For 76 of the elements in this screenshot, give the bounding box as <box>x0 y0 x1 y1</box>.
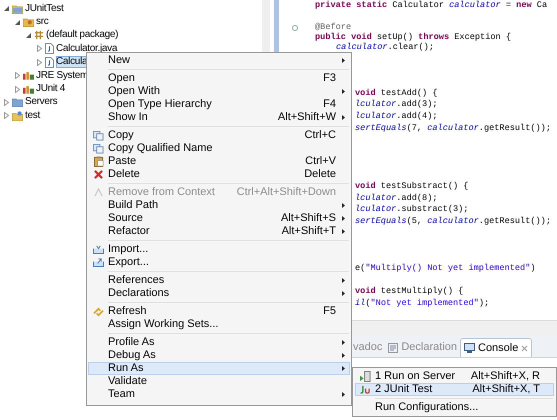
refresh-icon <box>93 306 104 316</box>
package-icon <box>34 30 44 40</box>
menu-item[interactable]: Open With <box>88 85 350 98</box>
code-line: public void setUp() throws Exception { <box>315 32 511 42</box>
java-file-icon <box>45 43 54 54</box>
code-line: sertEquals(7, calculator.getResult()); <box>355 122 551 133</box>
code-line: lculator.add(4); <box>355 110 438 121</box>
menu-item[interactable]: Show In Alt+Shift+W <box>88 111 350 124</box>
tree-item[interactable]: JUnitTest <box>25 2 64 15</box>
menu-item[interactable]: Copy Ctrl+C <box>88 129 350 142</box>
library-icon <box>23 71 34 80</box>
menu-item[interactable]: Open F3 <box>88 72 350 85</box>
delete-icon <box>94 170 103 179</box>
tree-item[interactable]: Calculator.java <box>56 42 118 55</box>
code-line: lculator.add(3); <box>355 99 438 110</box>
menu-item[interactable]: Import... <box>88 243 350 256</box>
junit-icon <box>360 385 372 394</box>
copy-icon <box>93 144 104 154</box>
tree-item[interactable]: Servers <box>25 96 58 108</box>
library-icon <box>23 84 34 94</box>
close-icon[interactable] <box>521 344 528 352</box>
menu-item[interactable]: Build Path <box>88 199 350 212</box>
declaration-icon <box>388 342 398 352</box>
code-line: @Before <box>315 22 352 32</box>
tree-item[interactable]: JUnit 4 <box>36 83 66 96</box>
project-icon <box>12 110 23 121</box>
menu-item[interactable]: Copy Qualified Name <box>88 142 350 155</box>
console-icon <box>464 343 475 353</box>
import-icon <box>93 245 104 254</box>
server-run-icon <box>360 371 371 382</box>
menu-item[interactable]: Profile As <box>88 336 350 349</box>
fold-icon[interactable] <box>292 24 298 31</box>
code-line: il("Not yet implemented"); <box>355 298 490 308</box>
remove-icon <box>94 188 104 197</box>
code-line: void testSubstract() { <box>355 181 468 192</box>
menu-item[interactable]: 1 Run on Server Alt+Shift+X, R <box>355 370 554 383</box>
scrollbar[interactable] <box>262 0 270 52</box>
menu-item[interactable]: New <box>88 54 350 67</box>
export-icon <box>93 258 104 267</box>
menu-item[interactable]: Debug As <box>88 349 350 362</box>
tree-item[interactable]: test <box>25 110 40 122</box>
code-line: e("Multiply() Not yet implemented") <box>355 262 536 273</box>
menu-item[interactable]: 2 JUnit Test Alt+Shift+X, T <box>355 383 554 396</box>
code-line: private static Calculator calculator = new Ca <box>315 0 548 10</box>
folder-icon <box>12 4 23 14</box>
menu-item[interactable]: Run As <box>88 362 350 375</box>
menu-item[interactable]: Paste Ctrl+V <box>88 155 350 168</box>
tree-item[interactable]: (default package) <box>46 29 118 42</box>
menu-item[interactable]: Team <box>88 388 350 401</box>
tree-expander-icon[interactable] <box>14 18 21 26</box>
code-line: void testAdd() { <box>355 88 438 98</box>
copy-icon <box>93 130 104 140</box>
code-line: void testMultiply() { <box>355 286 464 296</box>
menu-item[interactable]: Validate <box>88 375 350 388</box>
code-line: lculator.add(8); <box>355 192 438 203</box>
tree-expander-icon[interactable] <box>25 32 32 39</box>
menu-item[interactable]: Assign Working Sets... <box>88 318 350 331</box>
menu-item[interactable]: Declarations <box>88 287 350 300</box>
menu-item[interactable]: Open Type Hierarchy F4 <box>88 98 350 111</box>
menu-item[interactable]: Run Configurations... <box>355 401 554 414</box>
tree-item[interactable]: src <box>36 16 48 28</box>
java-file-icon <box>45 56 54 68</box>
menu-item[interactable]: Refactor Alt+Shift+T <box>88 225 350 238</box>
code-line: calculator.clear(); <box>336 42 434 52</box>
menu-item[interactable]: Source Alt+Shift+S <box>88 212 350 225</box>
menu-item[interactable]: Refresh F5 <box>88 305 350 318</box>
menu-item[interactable]: Export... <box>88 256 350 269</box>
menu-item[interactable]: References <box>88 274 350 287</box>
menu-item[interactable]: Delete Delete <box>88 168 350 181</box>
folder-icon <box>12 97 23 108</box>
tree-expander-icon[interactable] <box>3 5 10 12</box>
code-line: lculator.substract(3); <box>355 204 468 214</box>
panel-tab[interactable]: Console <box>460 338 532 357</box>
clipboard-icon <box>94 156 104 167</box>
package-folder-icon <box>23 17 34 28</box>
code-line: sertEquals(5, calculator.getResult()); <box>355 216 551 226</box>
